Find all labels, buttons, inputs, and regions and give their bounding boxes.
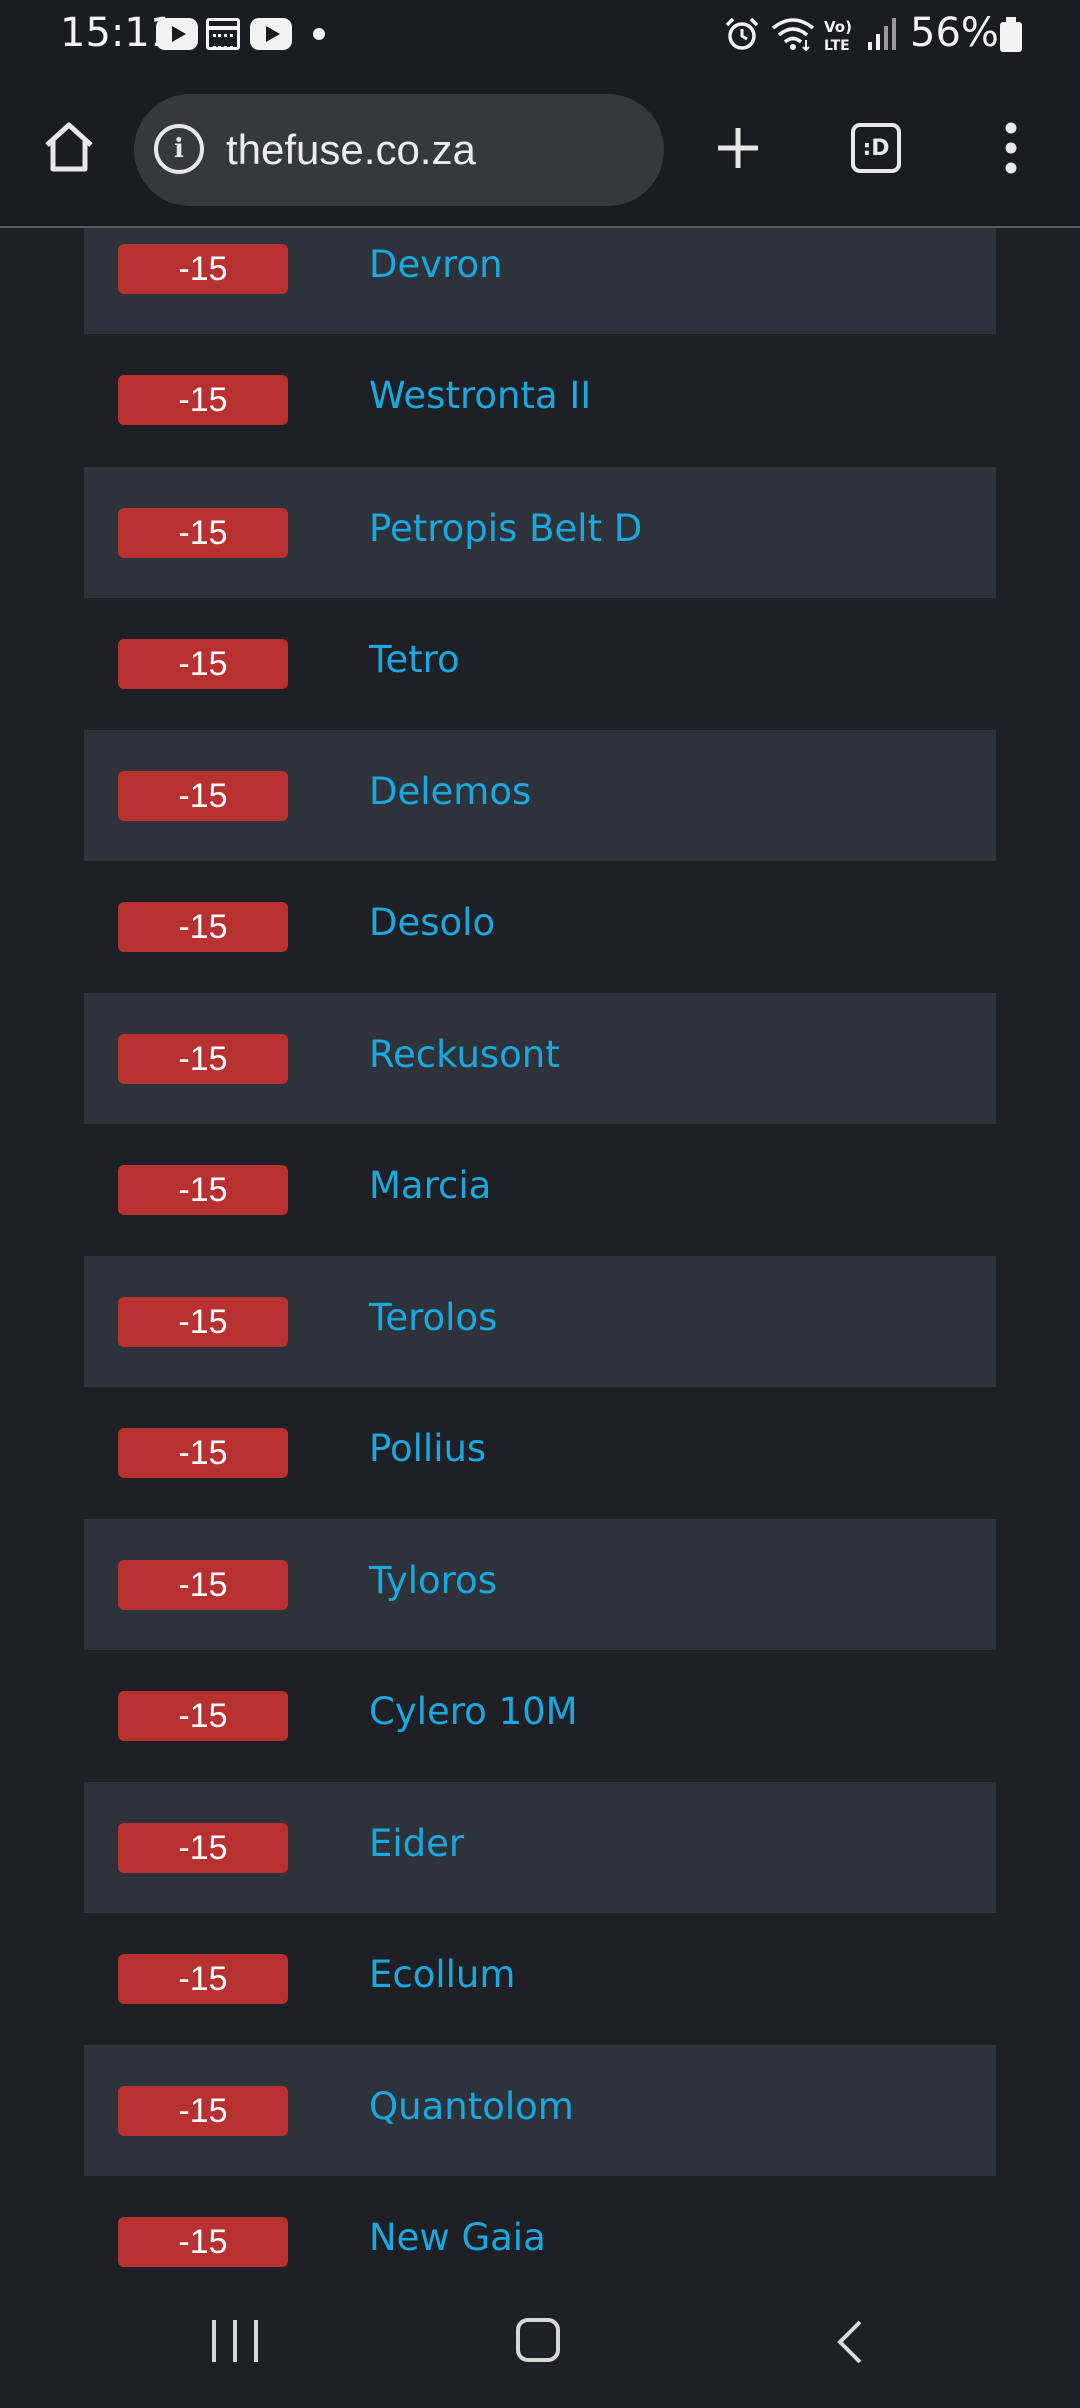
- list-item: -15 Pollius: [84, 1387, 996, 1518]
- youtube-icon: [156, 18, 198, 50]
- list-item: -15 Eider: [84, 1782, 996, 1913]
- planet-link[interactable]: Westronta II: [369, 374, 591, 417]
- score-badge: -15: [118, 2217, 288, 2267]
- list-item: -15 Tetro: [84, 598, 996, 729]
- score-badge: -15: [118, 771, 288, 821]
- signal-icon: [868, 18, 896, 50]
- planet-link[interactable]: New Gaia: [369, 2216, 546, 2259]
- browser-toolbar: i thefuse.co.za :D: [0, 70, 1080, 228]
- menu-button[interactable]: [994, 116, 1028, 180]
- score-badge: -15: [118, 2086, 288, 2136]
- score-badge: -15: [118, 1165, 288, 1215]
- score-badge: -15: [118, 902, 288, 952]
- url-text[interactable]: thefuse.co.za: [226, 126, 476, 174]
- score-badge: -15: [118, 1691, 288, 1741]
- back-button[interactable]: [834, 2320, 864, 2364]
- site-info-icon[interactable]: i: [154, 124, 204, 174]
- score-badge: -15: [118, 375, 288, 425]
- battery-icon: [1000, 17, 1022, 52]
- status-bar: 15:11 Vo) LTE 56%: [0, 0, 1080, 70]
- wifi-icon: [771, 18, 815, 52]
- planet-link[interactable]: Reckusont: [369, 1033, 560, 1076]
- system-nav-bar: [0, 2278, 1080, 2408]
- list-item: -15 Quantolom: [84, 2045, 996, 2176]
- planet-link[interactable]: Ecollum: [369, 1953, 515, 1996]
- youtube-icon: [250, 18, 292, 50]
- tab-switcher-button[interactable]: :D: [848, 120, 904, 176]
- list-item: -15 Reckusont: [84, 993, 996, 1124]
- calendar-news-icon: [206, 18, 240, 50]
- planet-link[interactable]: Desolo: [369, 901, 495, 944]
- battery-percent: 56%: [910, 10, 999, 56]
- list-item: -15 Tyloros: [84, 1519, 996, 1650]
- notification-dot-icon: [313, 28, 325, 40]
- planet-link[interactable]: Marcia: [369, 1164, 491, 1207]
- list-item: -15 Delemos: [84, 730, 996, 861]
- list-item: -15 Petropis Belt D: [84, 467, 996, 598]
- score-badge: -15: [118, 508, 288, 558]
- new-tab-button[interactable]: [710, 120, 766, 176]
- planet-link[interactable]: Cylero 10M: [369, 1690, 578, 1733]
- score-badge: -15: [118, 1297, 288, 1347]
- plus-icon: [718, 128, 758, 168]
- planet-link[interactable]: Petropis Belt D: [369, 507, 642, 550]
- planet-link[interactable]: Tetro: [369, 638, 460, 681]
- svg-text:LTE: LTE: [824, 38, 850, 54]
- home-nav-button[interactable]: [516, 2318, 560, 2362]
- score-badge: -15: [118, 244, 288, 294]
- score-badge: -15: [118, 1428, 288, 1478]
- planet-link[interactable]: Eider: [369, 1822, 464, 1865]
- volte-icon: Vo) LTE: [824, 18, 852, 54]
- alarm-icon: [725, 17, 759, 50]
- score-badge: -15: [118, 1034, 288, 1084]
- score-badge: -15: [118, 1560, 288, 1610]
- planet-link[interactable]: Delemos: [369, 770, 531, 813]
- svg-text:Vo): Vo): [824, 18, 852, 36]
- planet-link[interactable]: Tyloros: [369, 1559, 497, 1602]
- list-item: -15 Desolo: [84, 861, 996, 992]
- address-bar[interactable]: i thefuse.co.za: [134, 94, 664, 206]
- list-item: -15 Ecollum: [84, 1913, 996, 2044]
- more-vert-icon: [1005, 122, 1017, 174]
- recents-button[interactable]: [212, 2320, 258, 2362]
- list-item: -15 Marcia: [84, 1124, 996, 1255]
- list-item: -15 Cylero 10M: [84, 1650, 996, 1781]
- list-item: -15 Westronta II: [84, 334, 996, 465]
- planet-link[interactable]: Quantolom: [369, 2085, 574, 2128]
- planet-link[interactable]: Pollius: [369, 1427, 486, 1470]
- tab-count: :D: [851, 123, 901, 173]
- home-icon: [45, 122, 93, 172]
- planet-link[interactable]: Devron: [369, 243, 503, 286]
- planet-link[interactable]: Terolos: [369, 1296, 497, 1339]
- list-item: -15 Terolos: [84, 1256, 996, 1387]
- score-badge: -15: [118, 1823, 288, 1873]
- score-badge: -15: [118, 1954, 288, 2004]
- home-button[interactable]: [38, 116, 100, 178]
- score-badge: -15: [118, 639, 288, 689]
